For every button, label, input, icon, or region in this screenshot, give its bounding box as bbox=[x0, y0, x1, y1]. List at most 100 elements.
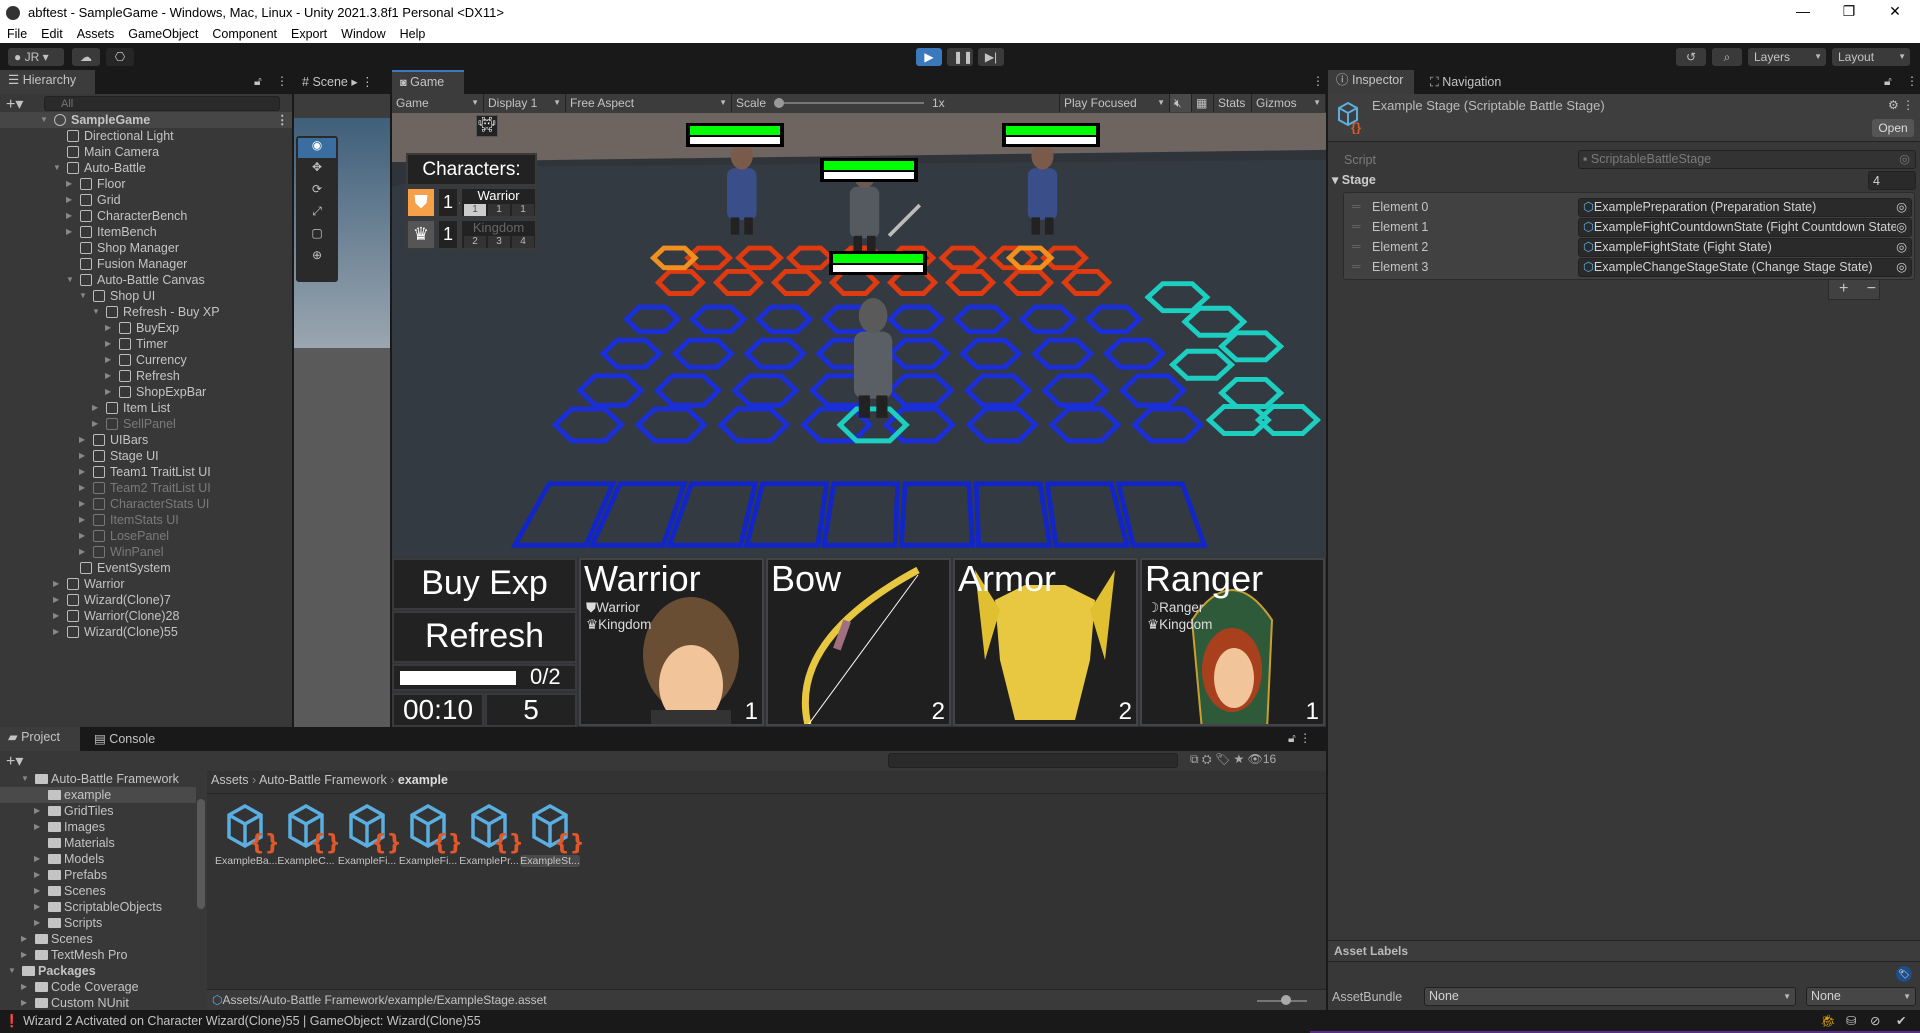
object-picker-icon[interactable]: ◎ bbox=[1896, 219, 1907, 236]
project-folder[interactable]: ▶ Scenes bbox=[0, 883, 196, 899]
project-folder[interactable]: ▶ GridTiles bbox=[0, 803, 196, 819]
cache-icon[interactable]: ⛁ bbox=[1846, 1010, 1856, 1032]
object-picker-icon[interactable]: ◎ bbox=[1899, 151, 1910, 168]
hierarchy-item[interactable]: ▼ SampleGame ⋮ bbox=[0, 112, 292, 128]
hierarchy-item[interactable]: ▶ Grid bbox=[0, 192, 292, 208]
expand-arrow-icon[interactable]: ▶ bbox=[53, 592, 59, 608]
scene-menu-icon[interactable]: ⋮ bbox=[276, 112, 289, 128]
expand-arrow-icon[interactable]: ▶ bbox=[34, 915, 40, 931]
expand-arrow-icon[interactable]: ▼ bbox=[8, 963, 16, 979]
expand-arrow-icon[interactable]: ▼ bbox=[92, 304, 100, 320]
menu-help[interactable]: Help bbox=[400, 27, 426, 41]
expand-arrow-icon[interactable]: ▶ bbox=[53, 624, 59, 640]
tab-hierarchy[interactable]: ☰ Hierarchy bbox=[0, 70, 95, 94]
hierarchy-item[interactable]: Directional Light bbox=[0, 128, 292, 144]
tab-inspector[interactable]: ⓘ Inspector bbox=[1328, 70, 1414, 94]
trait-kingdom[interactable]: Kingdom 2 3 4 bbox=[460, 219, 537, 250]
more-icon[interactable]: ⋮ bbox=[1906, 74, 1918, 88]
progress-check-icon[interactable]: ✔ bbox=[1896, 1010, 1906, 1032]
expand-arrow-icon[interactable]: ▶ bbox=[66, 208, 72, 224]
hierarchy-item[interactable]: ▶ ShopExpBar bbox=[0, 384, 292, 400]
search-icon[interactable]: ⌕ bbox=[1712, 48, 1742, 66]
buy-exp-button[interactable]: Buy Exp bbox=[392, 558, 577, 610]
expand-arrow-icon[interactable]: ▶ bbox=[105, 368, 111, 384]
display-dropdown[interactable]: Display 1 bbox=[484, 94, 566, 112]
more-icon[interactable]: ⋮ bbox=[276, 74, 288, 88]
expand-arrow-icon[interactable]: ▶ bbox=[79, 544, 85, 560]
project-folder[interactable]: ▶ Custom NUnit bbox=[0, 995, 196, 1010]
hierarchy-item[interactable]: ▶ Team2 TraitList UI bbox=[0, 480, 292, 496]
expand-arrow-icon[interactable]: ▶ bbox=[34, 883, 40, 899]
asset-variant-dropdown[interactable]: None bbox=[1806, 987, 1916, 1006]
project-folder[interactable]: ▶ Models bbox=[0, 851, 196, 867]
game-viewport[interactable]: Characters: 1/4 ⛊1Warrior111♛1Kingdom234… bbox=[392, 113, 1326, 727]
expand-arrow-icon[interactable]: ▶ bbox=[79, 512, 85, 528]
shop-card-bow[interactable]: Bow 2 bbox=[766, 558, 951, 726]
gizmos-dropdown[interactable]: Gizmos bbox=[1252, 94, 1326, 112]
expand-arrow-icon[interactable]: ▶ bbox=[92, 400, 98, 416]
expand-arrow-icon[interactable]: ▶ bbox=[34, 819, 40, 835]
rect-tool-icon[interactable]: ▢ bbox=[298, 226, 336, 246]
bug-icon[interactable]: 🐞︎ bbox=[1820, 1010, 1836, 1032]
expand-arrow-icon[interactable]: ▶ bbox=[53, 576, 59, 592]
asset-item[interactable]: {}ExampleFi... bbox=[337, 801, 399, 871]
tree-scrollbar[interactable] bbox=[197, 773, 205, 989]
settings-icon[interactable]: ⚙︎ ⋮ bbox=[1888, 98, 1914, 112]
menu-file[interactable]: File bbox=[7, 27, 27, 41]
cloud-icon[interactable]: ☁ bbox=[72, 48, 100, 66]
lock-icon[interactable]: 🔓︎ bbox=[254, 74, 262, 89]
expand-arrow-icon[interactable]: ▶ bbox=[34, 851, 40, 867]
expand-arrow-icon[interactable]: ▶ bbox=[79, 432, 85, 448]
more-icon[interactable]: ⋮ bbox=[1312, 74, 1324, 88]
minimize-button[interactable]: — bbox=[1780, 0, 1826, 25]
hierarchy-item[interactable]: ▶ ItemBench bbox=[0, 224, 292, 240]
move-tool-icon[interactable]: ✥ bbox=[298, 160, 336, 180]
hierarchy-item[interactable]: ▶ Warrior bbox=[0, 576, 292, 592]
menu-gameobject[interactable]: GameObject bbox=[128, 27, 198, 41]
remove-element-button[interactable]: − bbox=[1867, 280, 1876, 297]
lock-icon[interactable]: 🔓︎ bbox=[1884, 74, 1892, 89]
project-folder[interactable]: example bbox=[0, 787, 196, 803]
expand-arrow-icon[interactable]: ▶ bbox=[66, 192, 72, 208]
hierarchy-item[interactable]: ▶ UIBars bbox=[0, 432, 292, 448]
expand-arrow-icon[interactable]: ▶ bbox=[66, 224, 72, 240]
menu-window[interactable]: Window bbox=[341, 27, 385, 41]
step-button[interactable]: ▶| bbox=[978, 48, 1004, 66]
hierarchy-item[interactable]: ▶ CharacterStats UI bbox=[0, 496, 292, 512]
layers-dropdown[interactable]: Layers bbox=[1748, 48, 1826, 66]
expand-arrow-icon[interactable]: ▶ bbox=[79, 464, 85, 480]
menu-assets[interactable]: Assets bbox=[77, 27, 115, 41]
game-mode-dropdown[interactable]: Game bbox=[392, 94, 484, 112]
expand-arrow-icon[interactable]: ▶ bbox=[21, 931, 27, 947]
expand-arrow-icon[interactable]: ▶ bbox=[105, 336, 111, 352]
hierarchy-item[interactable]: ▶ LosePanel bbox=[0, 528, 292, 544]
view-tool-icon[interactable]: ◉ bbox=[298, 138, 336, 158]
asset-item[interactable]: {}ExamplePr... bbox=[459, 801, 521, 871]
project-folder[interactable]: ▶ Images bbox=[0, 819, 196, 835]
asset-bundle-dropdown[interactable]: None bbox=[1424, 987, 1796, 1006]
hierarchy-item[interactable]: ▼ Refresh - Buy XP bbox=[0, 304, 292, 320]
refresh-button[interactable]: Refresh bbox=[392, 611, 577, 663]
drag-handle-icon[interactable]: ═ bbox=[1352, 239, 1361, 253]
expand-arrow-icon[interactable]: ▶ bbox=[34, 867, 40, 883]
project-folder[interactable]: ▶ Code Coverage bbox=[0, 979, 196, 995]
project-folder[interactable]: ▶ TextMesh Pro bbox=[0, 947, 196, 963]
tab-scene[interactable]: # Scene ▸ ⋮ bbox=[294, 70, 382, 94]
element-object-field[interactable]: ⬡ExamplePreparation (Preparation State) ◎ bbox=[1578, 198, 1912, 217]
grid-icon[interactable]: ▦ bbox=[1192, 94, 1214, 112]
hierarchy-item[interactable]: ▶ SellPanel bbox=[0, 416, 292, 432]
open-button[interactable]: Open bbox=[1872, 119, 1914, 137]
expand-arrow-icon[interactable]: ▶ bbox=[79, 448, 85, 464]
create-asset-icon[interactable]: +▾ bbox=[6, 751, 23, 771]
expand-arrow-icon[interactable]: ▼ bbox=[79, 288, 87, 304]
hierarchy-item[interactable]: ▶ Currency bbox=[0, 352, 292, 368]
scale-tool-icon[interactable]: ⤢ bbox=[298, 204, 336, 224]
hierarchy-item[interactable]: ▶ Floor bbox=[0, 176, 292, 192]
hierarchy-item[interactable]: ▶ Team1 TraitList UI bbox=[0, 464, 292, 480]
hierarchy-item[interactable]: ▶ WinPanel bbox=[0, 544, 292, 560]
shop-card-armor[interactable]: Armor 2 bbox=[953, 558, 1138, 726]
menu-export[interactable]: Export bbox=[291, 27, 327, 41]
expand-arrow-icon[interactable]: ▶ bbox=[79, 528, 85, 544]
monster-icon[interactable]: 👾︎ bbox=[476, 115, 498, 137]
hierarchy-item[interactable]: ▼ Shop UI bbox=[0, 288, 292, 304]
